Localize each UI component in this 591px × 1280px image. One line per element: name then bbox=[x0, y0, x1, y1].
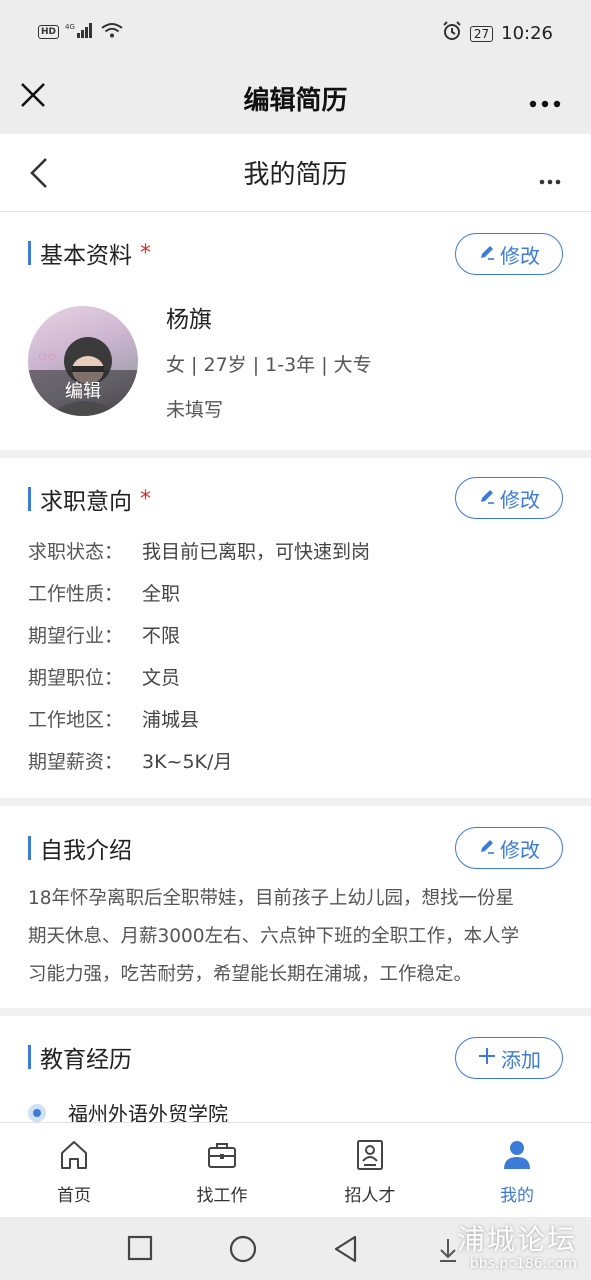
edit-basic-info-button[interactable]: 修改 bbox=[455, 233, 563, 275]
candidate-name: 杨旗 bbox=[166, 307, 212, 333]
wifi-icon bbox=[101, 22, 123, 41]
page-more-icon[interactable] bbox=[539, 170, 561, 189]
self-intro-text: 18年怀孕离职后全职带娃，目前孩子上幼儿园，想找一份星 期天休息、月薪3000左… bbox=[28, 880, 563, 994]
status-left: HD 4G bbox=[38, 22, 123, 41]
edit-label: 修改 bbox=[500, 243, 540, 268]
avatar-edit-label[interactable]: 编辑 bbox=[28, 370, 138, 416]
basic-info-title: 基本资料 bbox=[40, 243, 132, 269]
job-field-position: 期望职位： 文员 bbox=[28, 663, 180, 690]
watermark-text: 浦城论坛 bbox=[456, 1223, 577, 1256]
watermark: 浦城论坛 bbs.pc186.com bbox=[457, 1218, 577, 1272]
add-education-button[interactable]: 添加 bbox=[455, 1037, 563, 1079]
resume-icon bbox=[355, 1139, 385, 1171]
pencil-icon bbox=[478, 836, 496, 860]
field-value: 全职 bbox=[142, 583, 181, 605]
watermark-url: bbs.pc186.com bbox=[469, 1256, 577, 1272]
status-bar: HD 4G 27 10:26 bbox=[0, 0, 591, 66]
tab-label: 首页 bbox=[57, 1186, 91, 1206]
tab-label: 招人才 bbox=[344, 1186, 396, 1206]
field-label: 期望薪资： bbox=[28, 751, 124, 773]
section-accent-bar bbox=[28, 1045, 31, 1069]
section-accent-bar bbox=[28, 241, 31, 265]
candidate-extra: 未填写 bbox=[166, 399, 224, 421]
status-time: 10:26 bbox=[501, 23, 553, 44]
self-intro-heading: 自我介绍 bbox=[28, 831, 132, 865]
timeline-dot-icon bbox=[28, 1104, 46, 1122]
section-divider bbox=[0, 798, 591, 806]
education-heading: 教育经历 bbox=[28, 1040, 132, 1074]
tab-label: 找工作 bbox=[196, 1186, 248, 1206]
section-divider bbox=[0, 1008, 591, 1016]
tab-mine[interactable]: 我的 bbox=[443, 1123, 591, 1218]
job-intent-heading: 求职意向 * bbox=[28, 482, 151, 516]
required-mark: * bbox=[140, 240, 151, 266]
avatar[interactable]: ♡♡ 编辑 bbox=[28, 306, 138, 416]
field-label: 工作地区： bbox=[28, 709, 124, 731]
home-icon bbox=[59, 1139, 89, 1171]
field-label: 工作性质： bbox=[28, 583, 124, 605]
education-item: 福州外语外贸学院 bbox=[28, 1098, 563, 1126]
recent-apps-icon[interactable] bbox=[127, 1235, 153, 1265]
basic-info-heading: 基本资料 * bbox=[28, 236, 151, 270]
job-field-status: 求职状态： 我目前已离职，可快速到岗 bbox=[28, 537, 370, 564]
app-bar: 编辑简历 bbox=[0, 66, 591, 134]
tab-find-job[interactable]: 找工作 bbox=[148, 1123, 296, 1218]
section-accent-bar bbox=[28, 487, 31, 511]
field-label: 求职状态： bbox=[28, 541, 124, 563]
edit-label: 修改 bbox=[500, 487, 540, 512]
section-divider bbox=[0, 450, 591, 458]
alarm-icon bbox=[442, 21, 462, 46]
self-intro-line: 期天休息、月薪3000左右、六点钟下班的全职工作，本人学 bbox=[28, 926, 520, 947]
pencil-icon bbox=[478, 486, 496, 510]
job-field-type: 工作性质： 全职 bbox=[28, 579, 180, 606]
svg-text:4G: 4G bbox=[65, 23, 75, 31]
section-accent-bar bbox=[28, 836, 31, 860]
plus-icon bbox=[477, 1046, 497, 1071]
page-nav: 我的简历 bbox=[0, 134, 591, 212]
briefcase-icon bbox=[207, 1139, 237, 1171]
job-field-salary: 期望薪资： 3K~5K/月 bbox=[28, 747, 232, 774]
hd-icon: HD bbox=[38, 24, 60, 39]
field-value: 浦城县 bbox=[142, 709, 200, 731]
candidate-summary: 女 | 27岁 | 1-3年 | 大专 bbox=[166, 354, 372, 376]
self-intro-title: 自我介绍 bbox=[40, 838, 132, 864]
status-right: 27 10:26 bbox=[442, 21, 553, 46]
bottom-tab-bar: 首页 找工作 招人才 我的 bbox=[0, 1122, 591, 1217]
field-label: 期望行业： bbox=[28, 625, 124, 647]
education-title: 教育经历 bbox=[40, 1047, 132, 1073]
edit-label: 修改 bbox=[500, 837, 540, 862]
self-intro-line: 习能力强，吃苦耐劳，希望能长期在浦城，工作稳定。 bbox=[28, 964, 473, 985]
more-options-icon[interactable] bbox=[529, 93, 561, 112]
job-intent-title: 求职意向 bbox=[40, 489, 132, 515]
home-circle-icon[interactable] bbox=[229, 1235, 257, 1267]
field-value: 文员 bbox=[142, 667, 181, 689]
job-field-industry: 期望行业： 不限 bbox=[28, 621, 180, 648]
tab-home[interactable]: 首页 bbox=[0, 1123, 148, 1218]
tab-label: 我的 bbox=[500, 1186, 534, 1206]
svg-text:♡♡: ♡♡ bbox=[38, 353, 56, 364]
required-mark: * bbox=[140, 486, 151, 512]
field-value: 3K~5K/月 bbox=[142, 751, 233, 773]
page-title: 我的简历 bbox=[243, 160, 348, 190]
job-field-region: 工作地区： 浦城县 bbox=[28, 705, 199, 732]
tab-recruit[interactable]: 招人才 bbox=[296, 1123, 444, 1218]
back-triangle-icon[interactable] bbox=[333, 1235, 359, 1267]
user-icon bbox=[502, 1139, 532, 1171]
battery-indicator: 27 bbox=[469, 25, 494, 42]
field-value: 我目前已离职，可快速到岗 bbox=[142, 541, 371, 563]
edit-job-intent-button[interactable]: 修改 bbox=[455, 477, 563, 519]
field-value: 不限 bbox=[142, 625, 181, 647]
field-label: 期望职位： bbox=[28, 667, 124, 689]
app-bar-title: 编辑简历 bbox=[243, 86, 348, 116]
add-label: 添加 bbox=[501, 1047, 541, 1072]
self-intro-line: 18年怀孕离职后全职带娃，目前孩子上幼儿园，想找一份星 bbox=[28, 888, 515, 909]
edit-self-intro-button[interactable]: 修改 bbox=[455, 827, 563, 869]
pencil-icon bbox=[478, 242, 496, 266]
signal-icon: 4G bbox=[65, 22, 95, 41]
